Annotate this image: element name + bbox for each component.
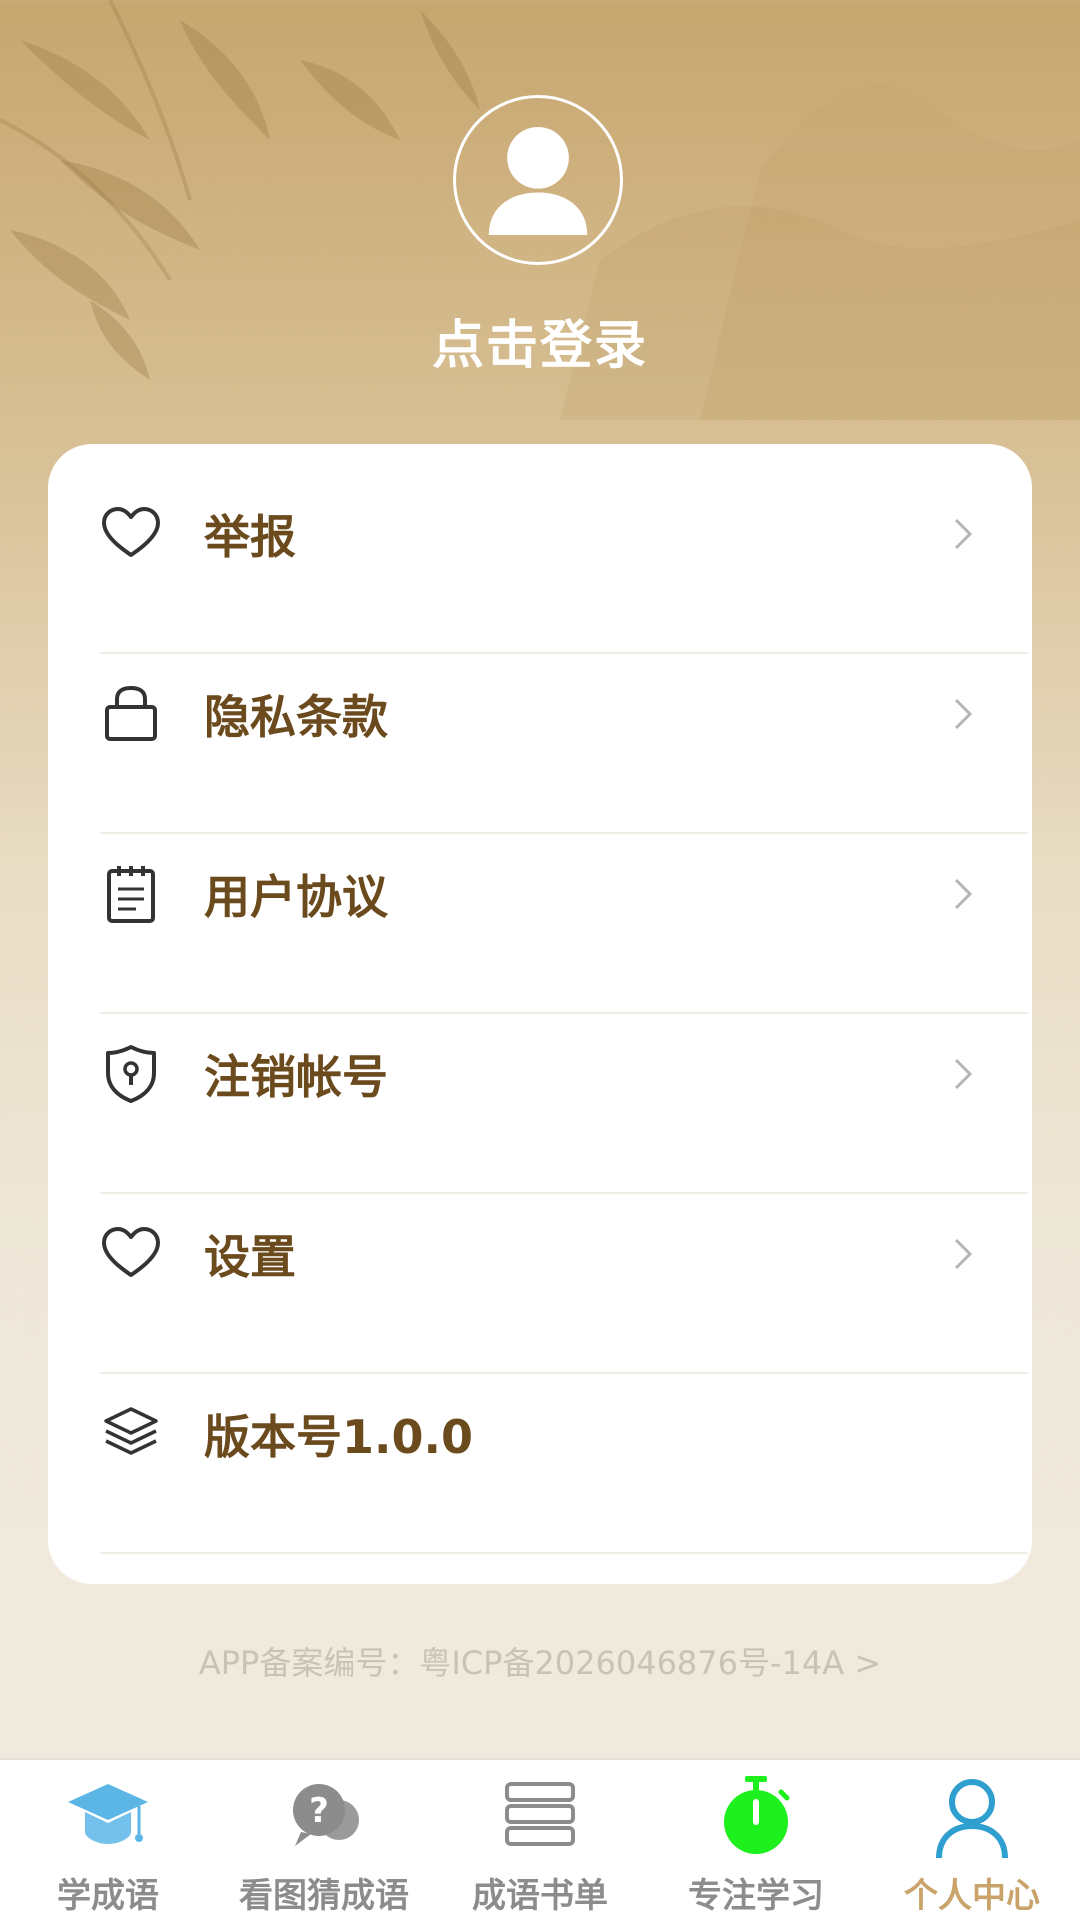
tab-guess-idioms[interactable]: ? 看图猜成语	[216, 1760, 432, 1922]
profile-header: 点击登录	[0, 0, 1080, 440]
menu-item-label: 注销帐号	[204, 1050, 388, 1104]
bottom-tab-bar: 学成语 ? 看图猜成语 成语书单 专注学习 个人中心	[0, 1758, 1080, 1922]
settings-menu-card: 举报 隐私条款 用户协议 注销帐号 设置 版本号1.0.0	[48, 444, 1032, 1584]
user-avatar-icon	[488, 126, 588, 235]
menu-item-delete-account[interactable]: 注销帐号	[100, 984, 1030, 1164]
tab-focus-study[interactable]: 专注学习	[648, 1760, 864, 1922]
menu-item-privacy[interactable]: 隐私条款	[100, 624, 1030, 804]
user-icon	[936, 1779, 1008, 1859]
heart-icon	[100, 503, 162, 565]
tab-label: 专注学习	[688, 1876, 824, 1916]
tab-idiom-booklist[interactable]: 成语书单	[432, 1760, 648, 1922]
menu-item-label: 举报	[204, 510, 296, 564]
graduation-cap-icon	[68, 1784, 148, 1844]
tab-personal-center[interactable]: 个人中心	[864, 1760, 1080, 1922]
svg-text:?: ?	[309, 1791, 329, 1831]
menu-item-user-agreement[interactable]: 用户协议	[100, 804, 1030, 984]
menu-item-report[interactable]: 举报	[100, 444, 1030, 624]
tab-label: 学成语	[57, 1876, 159, 1916]
divider	[100, 1552, 1028, 1554]
tab-label: 个人中心	[904, 1876, 1040, 1916]
menu-item-label: 隐私条款	[204, 690, 388, 744]
menu-item-label: 版本号1.0.0	[204, 1410, 473, 1464]
stopwatch-icon	[724, 1776, 790, 1854]
chevron-right-icon	[954, 878, 973, 910]
chevron-right-icon	[954, 1238, 973, 1270]
chevron-right-icon	[954, 1058, 973, 1090]
login-link[interactable]: 点击登录	[0, 303, 1080, 378]
avatar[interactable]	[453, 95, 623, 265]
tab-label: 成语书单	[472, 1876, 608, 1916]
lock-icon	[100, 683, 162, 745]
heart-icon	[100, 1223, 162, 1285]
tab-learn-idioms[interactable]: 学成语	[0, 1760, 216, 1922]
chevron-right-icon	[954, 698, 973, 730]
menu-item-label: 设置	[204, 1230, 296, 1284]
tab-label: 看图猜成语	[239, 1876, 409, 1916]
question-chat-icon: ?	[293, 1784, 359, 1846]
layers-icon	[100, 1403, 162, 1465]
menu-item-label: 用户协议	[204, 870, 388, 924]
notepad-icon	[100, 863, 162, 925]
menu-item-settings[interactable]: 设置	[100, 1164, 1030, 1344]
icp-record-link[interactable]: APP备案编号：粤ICP备2026046876号-14A >	[0, 1638, 1080, 1684]
menu-item-version: 版本号1.0.0	[100, 1344, 1030, 1524]
chevron-right-icon	[954, 518, 973, 550]
shield-keyhole-icon	[100, 1043, 162, 1105]
book-stack-icon	[505, 1782, 575, 1846]
